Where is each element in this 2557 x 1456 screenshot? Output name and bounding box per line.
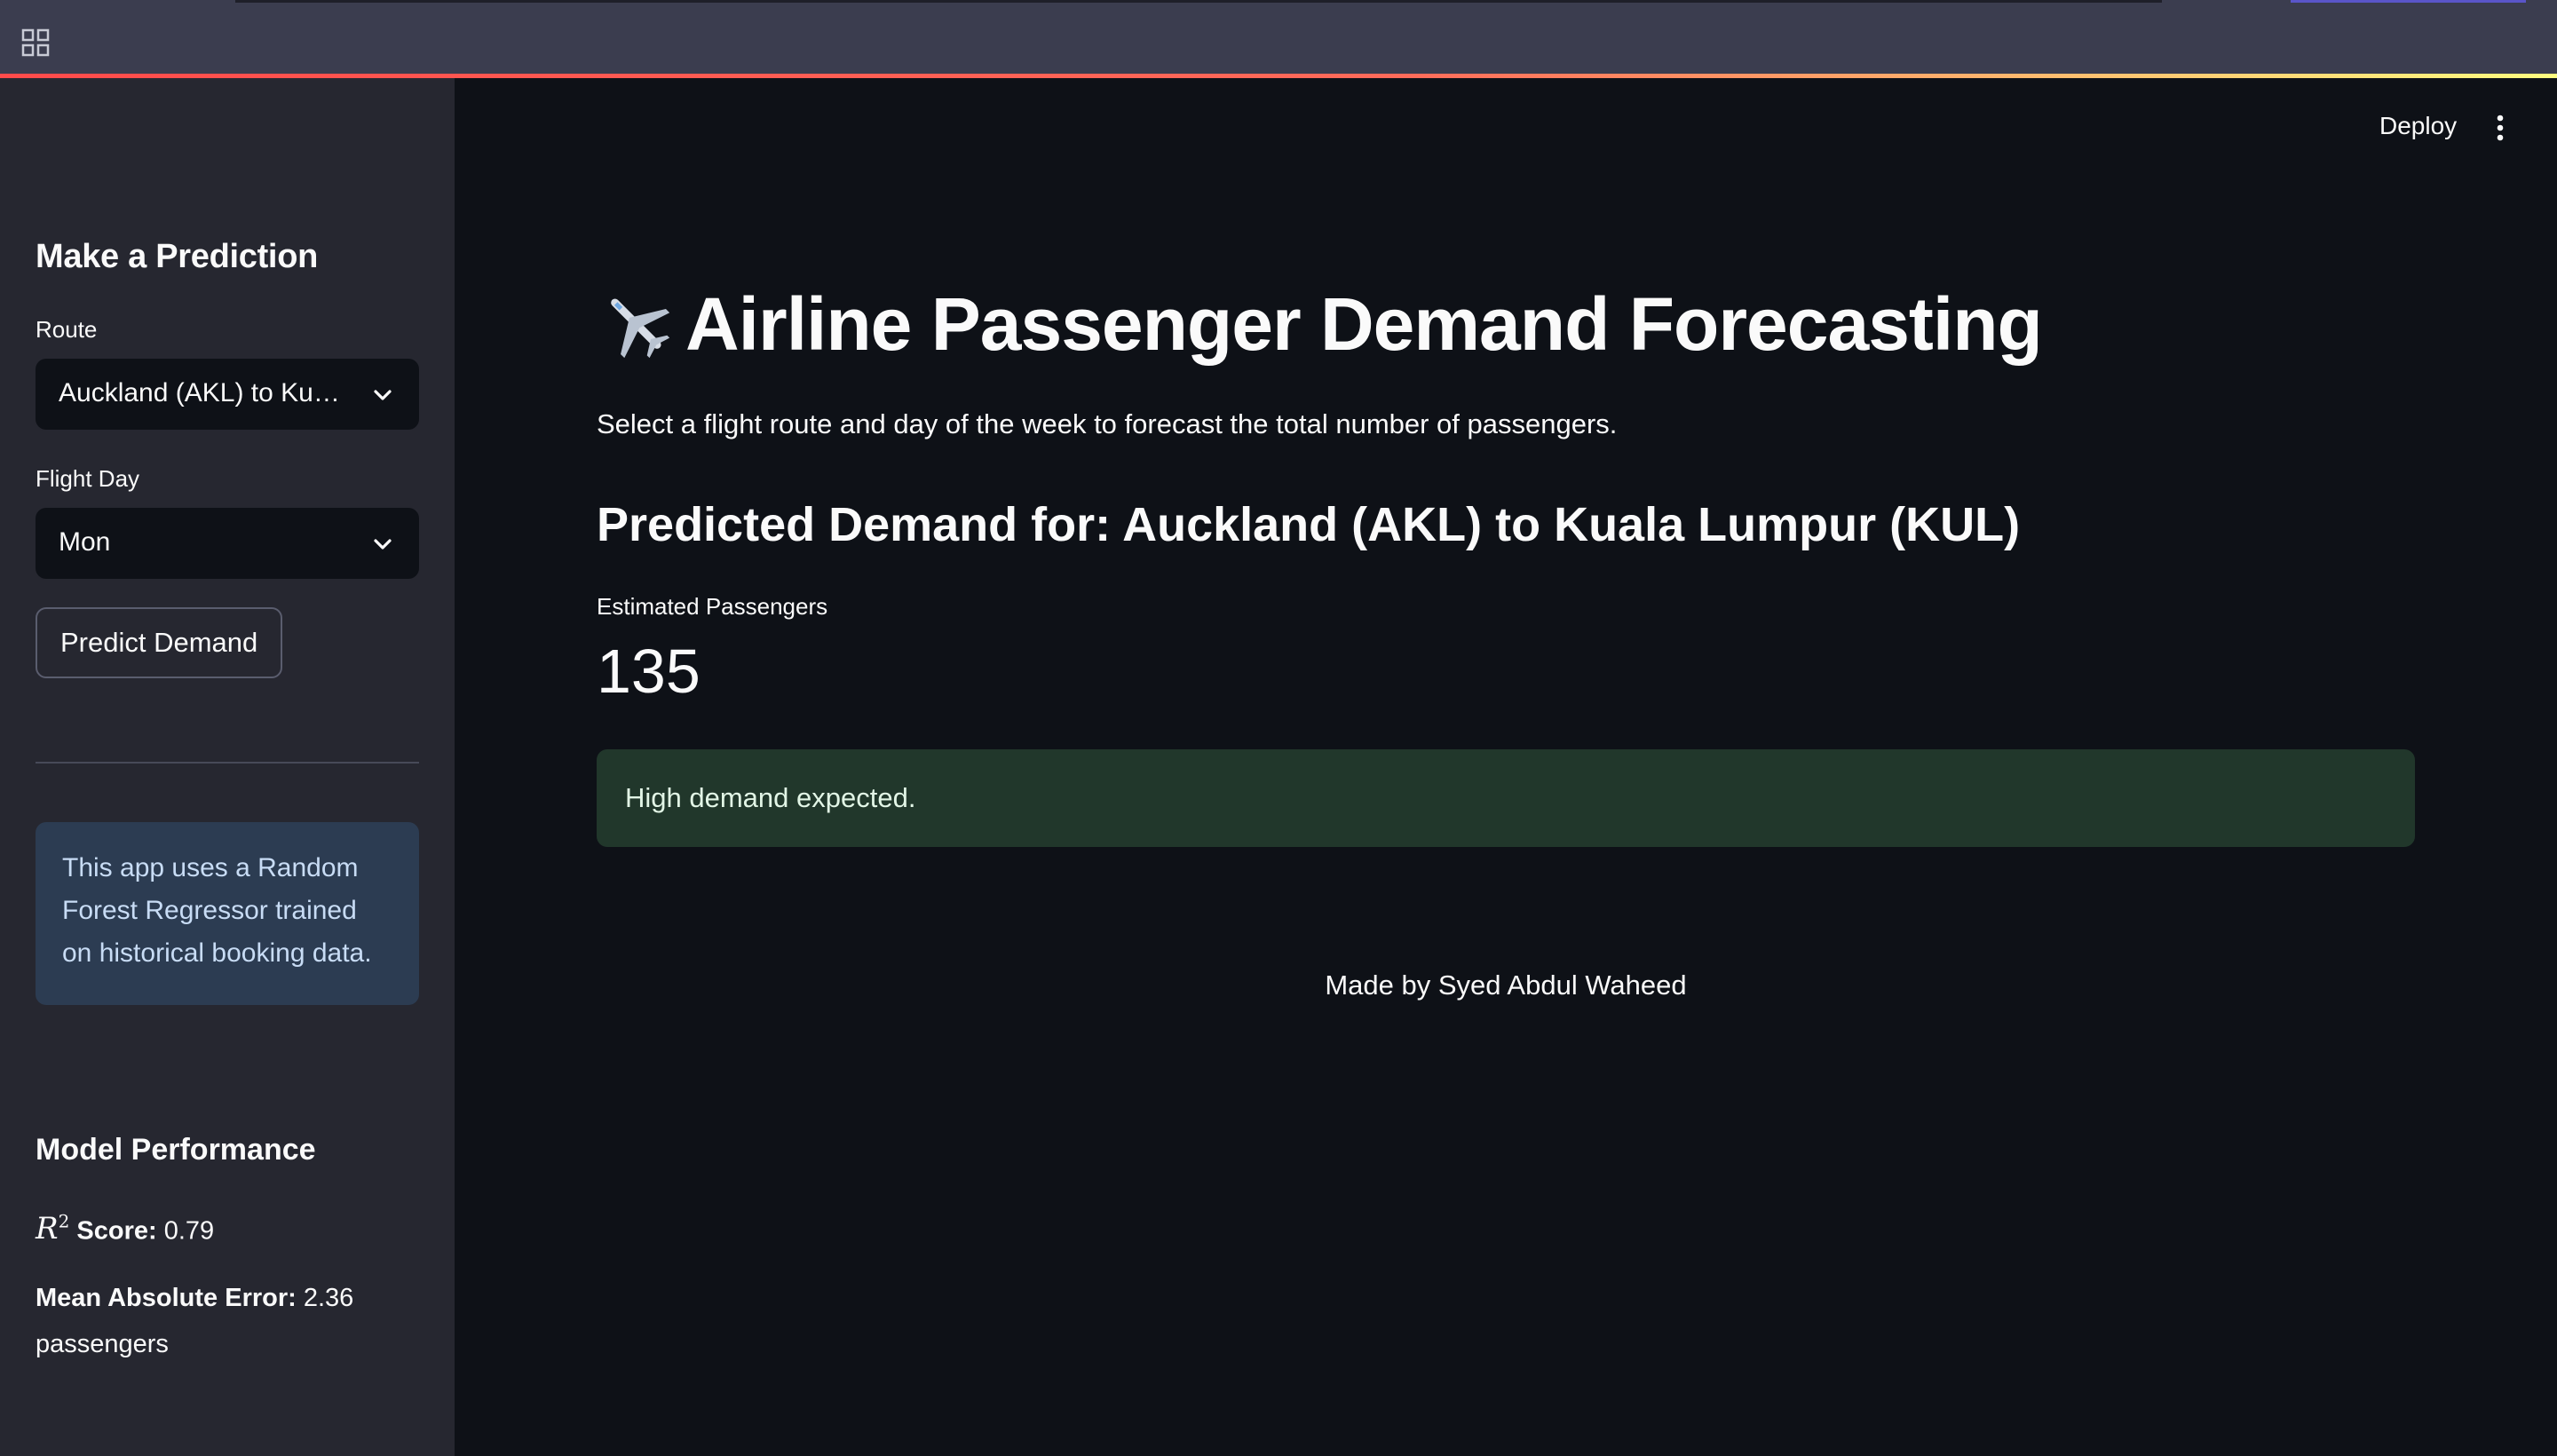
sidebar-divider [36, 762, 419, 764]
page-title-row: Airline Passenger Demand Forecasting [595, 275, 2043, 373]
kebab-menu-icon[interactable] [2495, 114, 2506, 142]
predict-demand-button[interactable]: Predict Demand [36, 607, 283, 678]
metric-label: Estimated Passengers [597, 593, 828, 620]
deploy-button[interactable]: Deploy [2379, 112, 2457, 140]
sidebar-heading: Make a Prediction [36, 238, 319, 275]
route-select[interactable]: Auckland (AKL) to Ku… [36, 359, 419, 430]
info-message: This app uses a Random Forest Regressor … [36, 822, 419, 1005]
flight-day-select[interactable]: Mon [36, 508, 419, 579]
footer-credit: Made by Syed Abdul Waheed [1325, 969, 1687, 1001]
chevron-down-icon [374, 539, 392, 550]
page-subtitle: Select a flight route and day of the wee… [597, 408, 1618, 439]
model-performance-heading: Model Performance [36, 1133, 316, 1167]
r2-score-value: 0.79 [163, 1216, 215, 1246]
sidebar: Make a Prediction Route Auckland (AKL) t… [0, 78, 455, 1456]
success-message-text: High demand expected. [625, 782, 916, 813]
r2-symbol: R2 [36, 1211, 70, 1247]
info-message-text: This app uses a Random Forest Regressor … [62, 853, 372, 968]
top-toolbar [0, 0, 2557, 74]
browser-chrome-accent [2291, 0, 2526, 3]
grid-icon[interactable] [21, 28, 50, 57]
mae-line: Mean Absolute Error: 2.36 passengers [36, 1275, 419, 1367]
route-label: Route [36, 316, 98, 343]
airplane-icon [611, 298, 670, 359]
route-select-value: Auckland (AKL) to Ku… [59, 378, 340, 408]
chevron-down-icon [374, 390, 392, 400]
prediction-heading: Predicted Demand for: Auckland (AKL) to … [597, 498, 2021, 551]
metric-value: 135 [597, 637, 701, 706]
success-message: High demand expected. [597, 749, 2415, 847]
page-title: Airline Passenger Demand Forecasting [685, 281, 2043, 366]
browser-chrome-line [235, 0, 2162, 3]
r2-score-label: Score: [76, 1216, 157, 1246]
mae-label: Mean Absolute Error: [36, 1284, 297, 1312]
flight-day-label: Flight Day [36, 465, 140, 492]
r2-score-line: R2 Score: 0.79 [36, 1199, 214, 1254]
flight-day-select-value: Mon [59, 527, 111, 557]
